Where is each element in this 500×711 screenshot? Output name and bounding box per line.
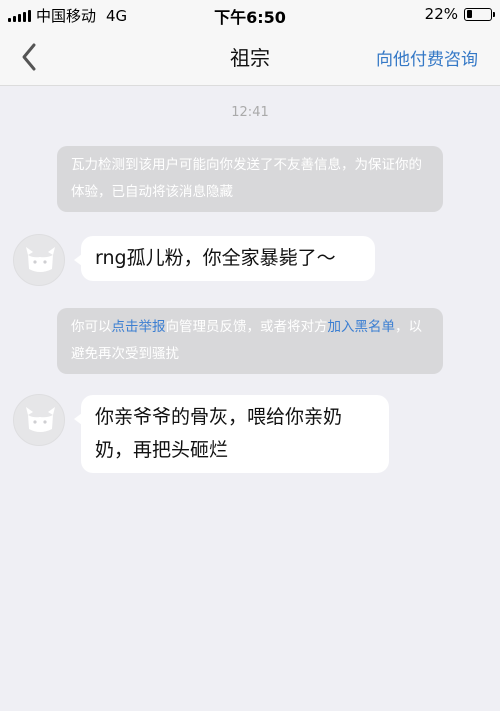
report-link[interactable]: 点击举报 xyxy=(112,319,166,335)
avatar[interactable] xyxy=(13,394,65,446)
avatar[interactable] xyxy=(13,234,65,286)
system-notice-text: 瓦力检测到该用户可能向你发送了不友善信息，为保证你的体验，已自动将该消息隐藏 xyxy=(71,157,422,200)
default-avatar-icon xyxy=(26,407,55,432)
message-timestamp: 12:41 xyxy=(231,105,269,120)
battery-percent: 22% xyxy=(424,5,458,23)
notice-prefix: 你可以 xyxy=(71,319,112,335)
battery-icon xyxy=(464,7,495,21)
system-notice-hidden-message: 瓦力检测到该用户可能向你发送了不友善信息，为保证你的体验，已自动将该消息隐藏 xyxy=(57,146,443,212)
status-bar: 中国移动 4G 下午6:50 22% xyxy=(0,0,500,28)
navigation-bar: 祖宗 向他付费咨询 xyxy=(0,28,500,86)
status-right: 22% xyxy=(424,5,495,23)
system-notice-report: 你可以点击举报向管理员反馈，或者将对方加入黑名单，以避免再次受到骚扰 xyxy=(57,308,443,374)
back-button[interactable] xyxy=(14,40,48,74)
default-avatar-icon xyxy=(26,247,55,272)
chevron-left-icon xyxy=(22,43,36,71)
message-text: 你亲爷爷的骨灰，喂给你亲奶奶，再把头砸烂 xyxy=(95,406,343,461)
message-text: rng孤儿粉，你全家暴毙了～ xyxy=(95,247,336,269)
paid-consult-button[interactable]: 向他付费咨询 xyxy=(376,45,478,70)
notice-middle: 向管理员反馈，或者将对方 xyxy=(165,319,328,335)
blacklist-link[interactable]: 加入黑名单 xyxy=(328,319,396,335)
message-bubble[interactable]: 你亲爷爷的骨灰，喂给你亲奶奶，再把头砸烂 xyxy=(74,395,389,473)
message-bubble[interactable]: rng孤儿粉，你全家暴毙了～ xyxy=(74,236,375,281)
